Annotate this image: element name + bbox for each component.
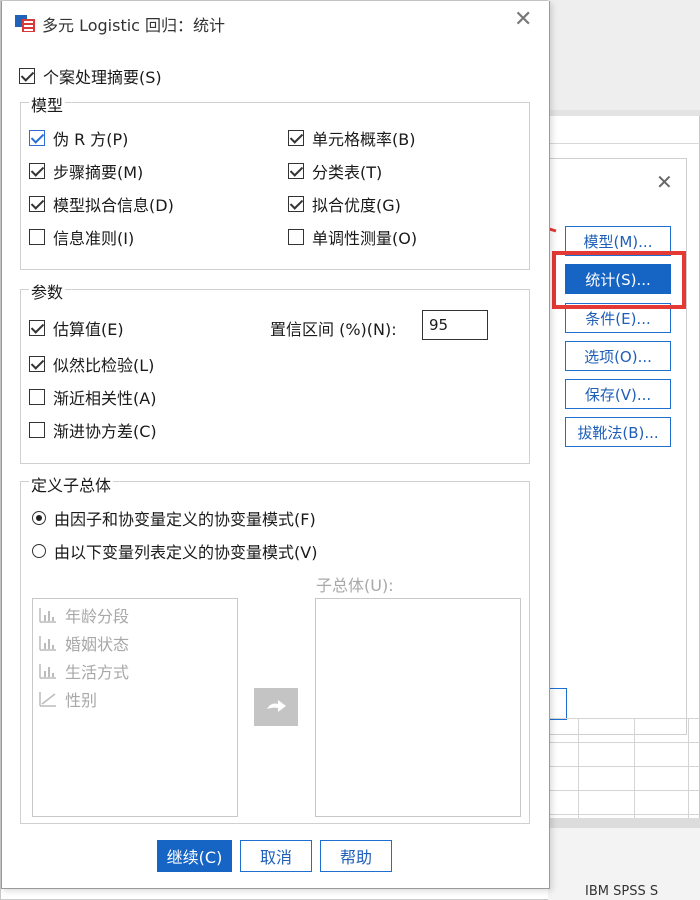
save-button[interactable]: 保存(V)... xyxy=(565,379,671,409)
step-summary-checkbox[interactable]: 步骤摘要(M) xyxy=(29,159,143,183)
checkbox-icon xyxy=(29,356,45,372)
move-right-button[interactable] xyxy=(254,688,298,726)
checkbox-icon xyxy=(29,229,45,245)
checkbox-icon xyxy=(29,163,45,179)
ordinal-variable-icon xyxy=(39,608,56,623)
checkbox-icon xyxy=(29,422,45,438)
background-strip xyxy=(548,110,700,116)
radio-variable-list-label: 由以下变量列表定义的协变量模式(V) xyxy=(54,543,318,562)
radio-icon xyxy=(32,544,46,558)
radio-variable-list[interactable]: 由以下变量列表定义的协变量模式(V) xyxy=(32,539,317,563)
checkbox-icon xyxy=(29,389,45,405)
options-button[interactable]: 选项(O)... xyxy=(565,341,671,371)
background-window xyxy=(548,0,700,110)
checkbox-icon xyxy=(29,196,45,212)
variable-label: 年龄分段 xyxy=(65,607,130,626)
variable-list[interactable]: 年龄分段 婚姻状态 生活方式 性别 xyxy=(32,598,238,817)
list-item[interactable]: 生活方式 xyxy=(39,659,129,683)
checkbox-icon xyxy=(288,163,304,179)
title-bar: 多元 Logistic 回归：统计 ✕ xyxy=(2,1,549,41)
checkbox-icon xyxy=(29,320,45,336)
list-item[interactable]: 婚姻状态 xyxy=(39,631,129,655)
variable-label: 婚姻状态 xyxy=(65,635,130,654)
confidence-interval-label: 置信区间 (%)(N): xyxy=(270,320,397,339)
checkbox-icon xyxy=(288,196,304,212)
list-item[interactable]: 性别 xyxy=(39,687,97,711)
checkbox-icon xyxy=(19,68,35,84)
cell-probabilities-label: 单元格概率(B) xyxy=(312,130,416,149)
variable-label: 生活方式 xyxy=(65,663,130,682)
subpopulation-list[interactable] xyxy=(315,598,521,817)
classification-table-label: 分类表(T) xyxy=(312,163,383,182)
goodness-of-fit-checkbox[interactable]: 拟合优度(G) xyxy=(288,192,401,216)
variable-label: 性别 xyxy=(65,691,98,710)
cancel-button[interactable]: 取消 xyxy=(240,840,312,872)
radio-factors-covariates[interactable]: 由因子和协变量定义的协变量模式(F) xyxy=(32,506,316,530)
checkbox-icon xyxy=(29,130,45,146)
cell-probabilities-checkbox[interactable]: 单元格概率(B) xyxy=(288,126,415,150)
goodness-of-fit-label: 拟合优度(G) xyxy=(312,196,401,215)
background-field[interactable] xyxy=(548,688,567,720)
status-text: IBM SPSS S xyxy=(585,884,659,899)
info-criteria-label: 信息准则(I) xyxy=(53,229,135,248)
subpopulation-group-label: 定义子总体 xyxy=(29,472,114,496)
continue-button[interactable]: 继续(C) xyxy=(157,840,232,872)
monotonicity-checkbox[interactable]: 单调性测量(O) xyxy=(288,225,417,249)
list-item[interactable]: 年龄分段 xyxy=(39,603,129,627)
ordinal-variable-icon xyxy=(39,664,56,679)
background-data-grid xyxy=(548,718,700,818)
estimates-label: 估算值(E) xyxy=(53,320,124,339)
close-icon[interactable]: ✕ xyxy=(514,7,532,32)
radio-factors-label: 由因子和协变量定义的协变量模式(F) xyxy=(54,510,316,529)
model-fit-checkbox[interactable]: 模型拟合信息(D) xyxy=(29,192,174,216)
model-fit-label: 模型拟合信息(D) xyxy=(53,196,174,215)
scale-variable-icon xyxy=(39,692,56,707)
checkbox-icon xyxy=(288,130,304,146)
likelihood-ratio-label: 似然比检验(L) xyxy=(53,356,155,375)
background-divider xyxy=(548,143,700,144)
pseudo-r2-label: 伪 R 方(P) xyxy=(53,130,129,149)
case-summary-label: 个案处理摘要(S) xyxy=(43,68,162,87)
pseudo-r2-checkbox[interactable]: 伪 R 方(P) xyxy=(29,126,128,150)
parameters-group-label: 参数 xyxy=(29,279,66,303)
background-close-icon[interactable]: ✕ xyxy=(656,170,673,194)
bootstrap-button[interactable]: 拔靴法(B)... xyxy=(565,417,671,447)
dialog-title: 多元 Logistic 回归：统计 xyxy=(42,16,226,35)
help-button[interactable]: 帮助 xyxy=(320,840,392,872)
confidence-interval-input[interactable]: 95 xyxy=(422,310,488,340)
step-summary-label: 步骤摘要(M) xyxy=(53,163,144,182)
highlight-box xyxy=(552,251,686,309)
asymptotic-correlation-label: 渐近相关性(A) xyxy=(53,389,157,408)
info-criteria-checkbox[interactable]: 信息准则(I) xyxy=(29,225,134,249)
spss-app-icon xyxy=(15,15,35,32)
asymptotic-covariance-label: 渐进协方差(C) xyxy=(53,422,157,441)
asymptotic-covariance-checkbox[interactable]: 渐进协方差(C) xyxy=(29,418,157,442)
asymptotic-correlation-checkbox[interactable]: 渐近相关性(A) xyxy=(29,385,156,409)
arrow-right-icon xyxy=(267,700,286,712)
radio-icon xyxy=(32,511,46,525)
model-group-label: 模型 xyxy=(29,92,66,116)
case-summary-checkbox[interactable]: 个案处理摘要(S) xyxy=(19,64,162,88)
subpopulation-label: 子总体(U): xyxy=(316,576,394,595)
checkbox-icon xyxy=(288,229,304,245)
classification-table-checkbox[interactable]: 分类表(T) xyxy=(288,159,382,183)
ordinal-variable-icon xyxy=(39,636,56,651)
monotonicity-label: 单调性测量(O) xyxy=(312,229,418,248)
statistics-dialog: 多元 Logistic 回归：统计 ✕ 个案处理摘要(S) 模型 伪 R 方(P… xyxy=(1,1,550,889)
estimates-checkbox[interactable]: 估算值(E) xyxy=(29,316,124,340)
likelihood-ratio-checkbox[interactable]: 似然比检验(L) xyxy=(29,352,154,376)
background-scrollbar xyxy=(548,818,700,828)
